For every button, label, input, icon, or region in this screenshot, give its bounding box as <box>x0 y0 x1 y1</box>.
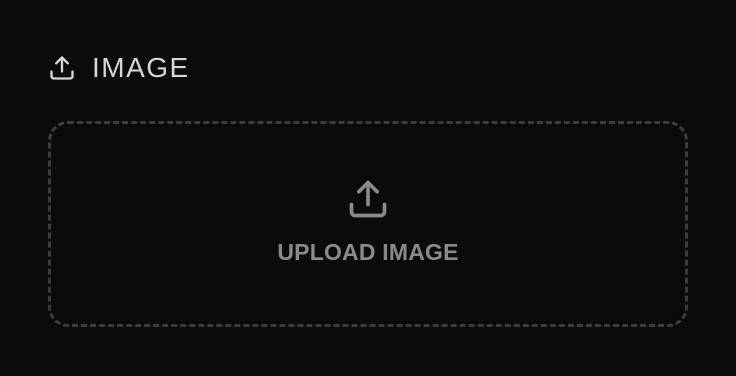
upload-image-label: UPLOAD IMAGE <box>277 238 459 265</box>
image-upload-panel: IMAGE UPLOAD IMAGE <box>0 0 736 376</box>
upload-icon <box>48 54 76 82</box>
upload-icon <box>346 177 390 221</box>
section-header: IMAGE <box>48 52 190 84</box>
upload-dropzone[interactable]: UPLOAD IMAGE <box>48 121 688 327</box>
section-title: IMAGE <box>92 52 190 83</box>
